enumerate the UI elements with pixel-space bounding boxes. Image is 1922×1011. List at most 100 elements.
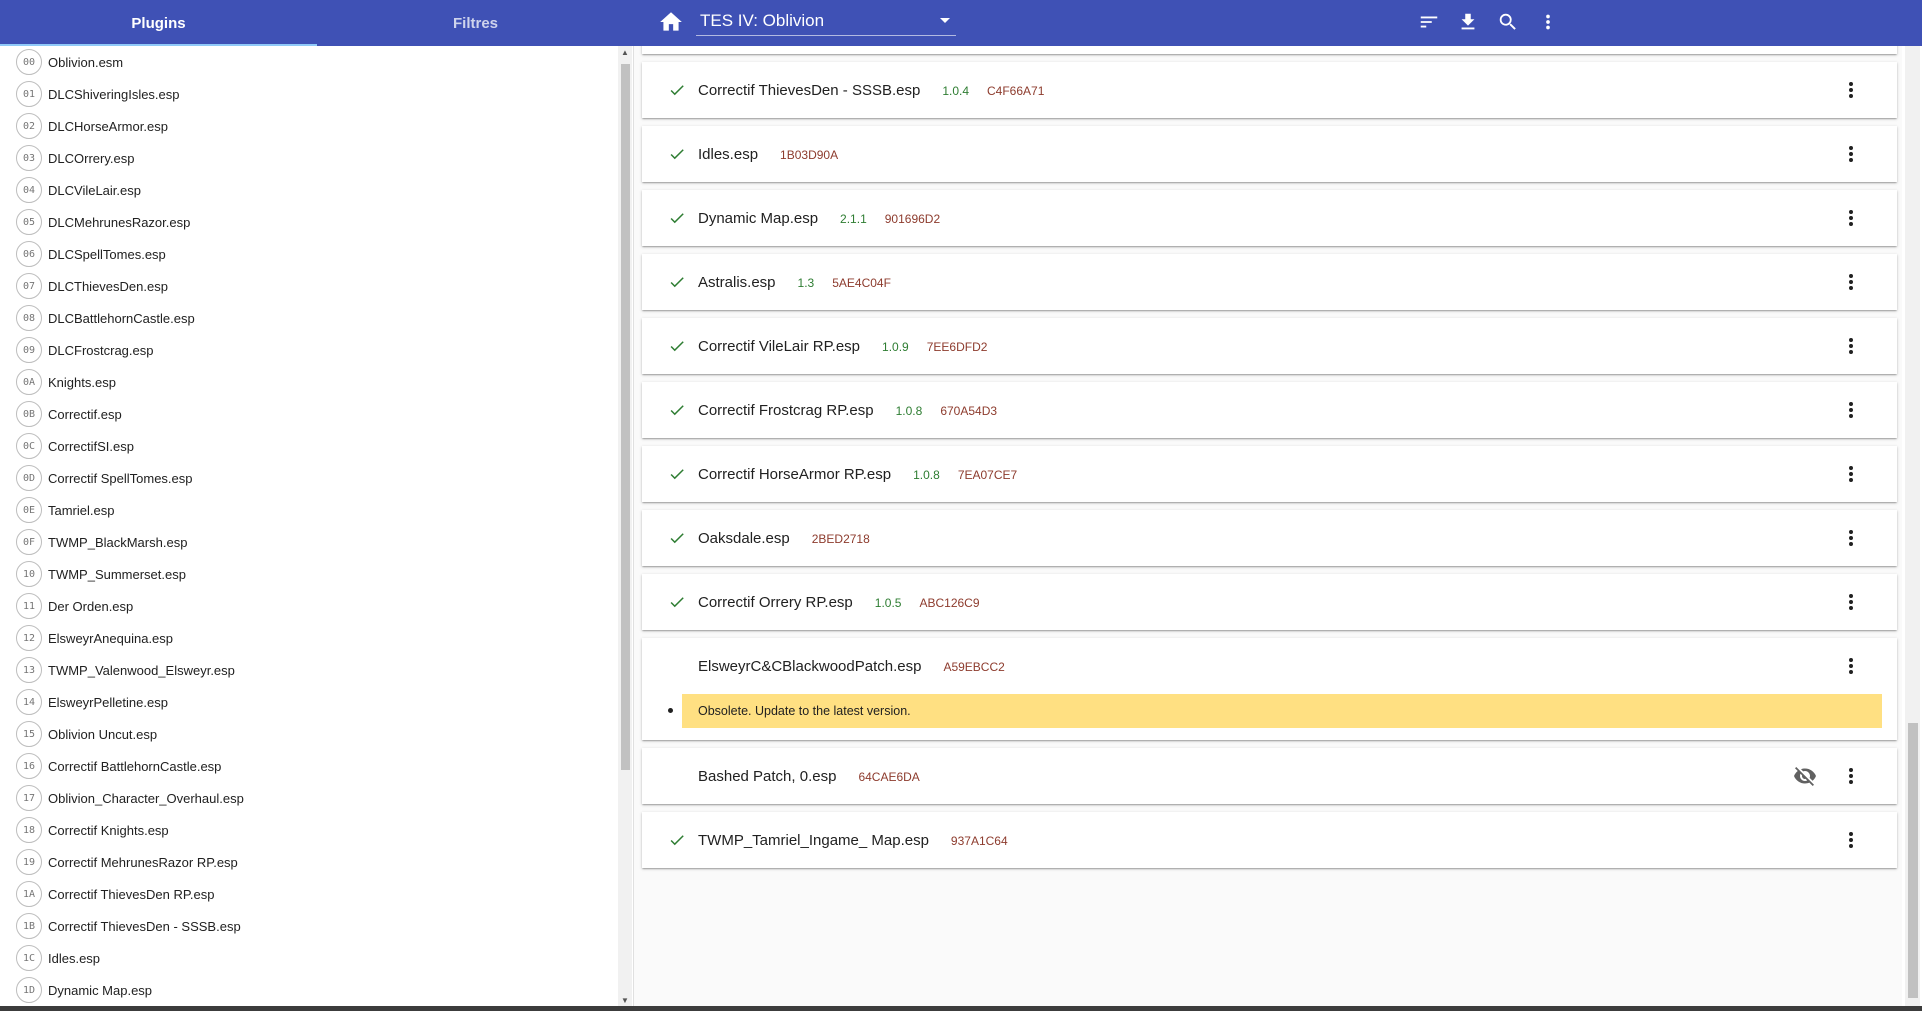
more-vert-icon[interactable] <box>1839 206 1863 230</box>
more-vert-icon[interactable] <box>1839 270 1863 294</box>
load-order-item[interactable]: 00 Oblivion.esm <box>0 46 614 78</box>
load-order-item[interactable]: 13 TWMP_Valenwood_Elsweyr.esp <box>0 654 614 686</box>
plugin-version: 1.0.4 <box>942 84 970 98</box>
load-order-index: 12 <box>16 625 42 651</box>
tab-plugins[interactable]: Plugins <box>0 0 317 46</box>
load-order-item[interactable]: 12 ElsweyrAnequina.esp <box>0 622 614 654</box>
plugin-crc: 2BED2718 <box>811 532 870 546</box>
plugin-version: 2.1.1 <box>840 212 867 226</box>
search-icon[interactable] <box>1494 8 1522 36</box>
more-vert-icon[interactable] <box>1839 142 1863 166</box>
load-order-item[interactable]: 01 DLCShiveringIsles.esp <box>0 78 614 110</box>
sidebar-scroll-thumb[interactable] <box>621 64 630 770</box>
sidebar-scrollbar[interactable]: ▲ ▼ <box>618 46 632 1008</box>
plugin-card-name: Correctif VileLair RP.esp <box>698 338 861 355</box>
plugin-card[interactable]: Astralis.esp 1.3 5AE4C04F <box>642 254 1897 310</box>
plugin-card-title: Correctif Orrery RP.esp 1.0.5 ABC126C9 <box>698 594 980 611</box>
more-vert-icon[interactable] <box>1839 398 1863 422</box>
load-order-item[interactable]: 17 Oblivion_Character_Overhaul.esp <box>0 782 614 814</box>
load-order-item[interactable]: 1C Idles.esp <box>0 942 614 974</box>
plugin-card[interactable]: Dynamic Map.esp 2.1.1 901696D2 <box>642 190 1897 246</box>
plugin-card[interactable]: Idles.esp 1B03D90A <box>642 126 1897 182</box>
plugin-card[interactable]: Correctif HorseArmor RP.esp 1.0.8 7EA07CE7 <box>642 446 1897 502</box>
more-vert-icon[interactable] <box>1839 526 1863 550</box>
load-order-name: TWMP_Summerset.esp <box>48 566 186 582</box>
plugin-card-title: Idles.esp 1B03D90A <box>698 146 838 163</box>
load-order-name: DLCMehrunesRazor.esp <box>48 214 191 230</box>
load-order-item[interactable]: 1B Correctif ThievesDen - SSSB.esp <box>0 910 614 942</box>
load-order-item[interactable]: 04 DLCVileLair.esp <box>0 174 614 206</box>
plugin-version: 1.3 <box>797 276 815 290</box>
plugin-card[interactable]: TWMP_Tamriel_Ingame_ Map.esp 937A1C64 <box>642 812 1897 868</box>
load-order-name: Correctif MehrunesRazor RP.esp <box>48 854 238 870</box>
load-order-item[interactable]: 02 DLCHorseArmor.esp <box>0 110 614 142</box>
tab-filters[interactable]: Filtres <box>317 0 634 46</box>
load-order-item[interactable]: 1A Correctif ThievesDen RP.esp <box>0 878 614 910</box>
load-order-item[interactable]: 0A Knights.esp <box>0 366 614 398</box>
load-order-item[interactable]: 0C CorrectifSI.esp <box>0 430 614 462</box>
load-order-name: DLCHorseArmor.esp <box>48 118 168 134</box>
load-order-item[interactable]: 11 Der Orden.esp <box>0 590 614 622</box>
load-order-name: ElsweyrAnequina.esp <box>48 630 174 646</box>
load-order-item[interactable]: 09 DLCFrostcrag.esp <box>0 334 614 366</box>
scroll-up-arrow-icon[interactable]: ▲ <box>621 48 629 58</box>
more-vert-icon[interactable] <box>1839 654 1863 678</box>
more-vert-icon[interactable] <box>1839 590 1863 614</box>
load-order-index: 07 <box>16 273 42 299</box>
plugin-card[interactable]: Oaksdale.esp 2BED2718 <box>642 510 1897 566</box>
more-vert-icon[interactable] <box>1839 462 1863 486</box>
plugin-card[interactable]: Bashed Patch, 0.esp 64CAE6DA <box>642 748 1897 804</box>
load-order-index: 10 <box>16 561 42 587</box>
load-order-index: 0F <box>16 529 42 555</box>
load-order-item[interactable]: 15 Oblivion Uncut.esp <box>0 718 614 750</box>
plugin-card[interactable]: Correctif ThievesDen - SSSB.esp 1.0.4 C4F6… <box>642 62 1897 118</box>
more-vert-icon[interactable] <box>1839 764 1863 788</box>
load-order-index: 0E <box>16 497 42 523</box>
load-order-item[interactable]: 0E Tamriel.esp <box>0 494 614 526</box>
load-order-item[interactable]: 0D Correctif SpellTomes.esp <box>0 462 614 494</box>
load-order-item[interactable]: 05 DLCMehrunesRazor.esp <box>0 206 614 238</box>
sort-icon[interactable] <box>1415 8 1443 36</box>
check-icon <box>668 81 686 99</box>
load-order-item[interactable]: 0F TWMP_BlackMarsh.esp <box>0 526 614 558</box>
more-vert-icon[interactable] <box>1534 8 1562 36</box>
load-order-index: 08 <box>16 305 42 331</box>
load-order-item[interactable]: 06 DLCSpellTomes.esp <box>0 238 614 270</box>
load-order-item[interactable]: 07 DLCThievesDen.esp <box>0 270 614 302</box>
load-order-item[interactable]: 08 DLCBattlehornCastle.esp <box>0 302 614 334</box>
plugin-card[interactable]: ElsweyrC&CBlackwoodPatch.esp A59EBCC2 Obso… <box>642 638 1897 740</box>
load-order-item[interactable]: 10 TWMP_Summerset.esp <box>0 558 614 590</box>
load-order-item[interactable]: 19 Correctif MehrunesRazor RP.esp <box>0 846 614 878</box>
eye-off-icon[interactable] <box>1793 764 1817 788</box>
plugin-crc: 670A54D3 <box>940 404 998 418</box>
home-icon[interactable] <box>658 9 684 35</box>
load-order-index: 0C <box>16 433 42 459</box>
plugin-card[interactable]: Correctif Orrery RP.esp 1.0.5 ABC126C9 <box>642 574 1897 630</box>
load-order-index: 13 <box>16 657 42 683</box>
plugin-card[interactable]: Correctif VileLair RP.esp 1.0.9 7EE6DFD2 <box>642 318 1897 374</box>
more-vert-icon[interactable] <box>1839 828 1863 852</box>
more-vert-icon[interactable] <box>1839 334 1863 358</box>
plugin-crc: 64CAE6DA <box>858 770 920 784</box>
load-order-item[interactable]: 18 Correctif Knights.esp <box>0 814 614 846</box>
load-order-index: 09 <box>16 337 42 363</box>
load-order-item[interactable]: 0B Correctif.esp <box>0 398 614 430</box>
check-icon <box>668 831 686 849</box>
download-icon[interactable] <box>1454 8 1482 36</box>
game-select[interactable]: TES IV: Oblivion <box>696 6 956 36</box>
load-order-item[interactable]: 16 Correctif BattlehornCastle.esp <box>0 750 614 782</box>
load-order-name: ElsweyrPelletine.esp <box>48 694 168 710</box>
load-order-name: Knights.esp <box>48 374 116 390</box>
load-order-index: 03 <box>16 145 42 171</box>
main-scrollbar[interactable] <box>1905 46 1920 1008</box>
main-scroll-thumb[interactable] <box>1908 723 1918 998</box>
load-order-item[interactable]: 1D Dynamic Map.esp <box>0 974 614 1006</box>
plugin-version: 1.0.8 <box>913 468 940 482</box>
load-order-index: 17 <box>16 785 42 811</box>
load-order-item[interactable]: 14 ElsweyrPelletine.esp <box>0 686 614 718</box>
scroll-down-arrow-icon[interactable]: ▼ <box>621 996 629 1006</box>
load-order-name: DLCShiveringIsles.esp <box>48 86 180 102</box>
plugin-card[interactable]: Correctif Frostcrag RP.esp 1.0.8 670A54D3 <box>642 382 1897 438</box>
load-order-item[interactable]: 03 DLCOrrery.esp <box>0 142 614 174</box>
more-vert-icon[interactable] <box>1839 78 1863 102</box>
